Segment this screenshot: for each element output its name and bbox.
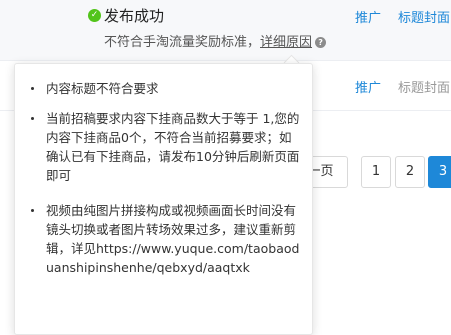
bullet-icon	[31, 117, 34, 120]
publish-status: 发布成功	[104, 7, 165, 25]
question-circle-icon[interactable]: ?	[315, 37, 327, 48]
detail-reason-link[interactable]: 详细原因	[260, 35, 312, 50]
page-button-3[interactable]: 3	[428, 156, 451, 188]
reason-line: 不符合手淘流量奖励标准，详细原因?	[104, 31, 327, 50]
title-cover-link[interactable]: 标题封面	[398, 7, 450, 26]
row-divider	[0, 60, 451, 61]
page-button-1[interactable]: 1	[361, 156, 391, 188]
bullet-icon	[31, 209, 34, 212]
bullet-icon	[31, 87, 34, 90]
check-circle-icon: ✓	[88, 9, 101, 22]
promote-link[interactable]: 推广	[355, 7, 381, 26]
promote-link[interactable]: 推广	[355, 77, 381, 96]
reason-popover: 内容标题不符合要求 当前招稿要求内容下挂商品数大于等于 1,您的内容下挂商品0个…	[14, 63, 313, 335]
row-background	[0, 0, 451, 60]
reason-item: 视频由纯图片拼接构成或视频画面长时间没有镜头切换或者图片转场效果过多，建议重新剪…	[31, 201, 301, 277]
reason-item: 内容标题不符合要求	[31, 79, 301, 98]
page-button-2[interactable]: 2	[395, 156, 425, 188]
title-cover-link[interactable]: 标题封面	[398, 77, 450, 96]
reason-text: 不符合手淘流量奖励标准，	[104, 35, 261, 50]
reason-item: 当前招稿要求内容下挂商品数大于等于 1,您的内容下挂商品0个，不符合当前招募要求…	[31, 109, 301, 185]
